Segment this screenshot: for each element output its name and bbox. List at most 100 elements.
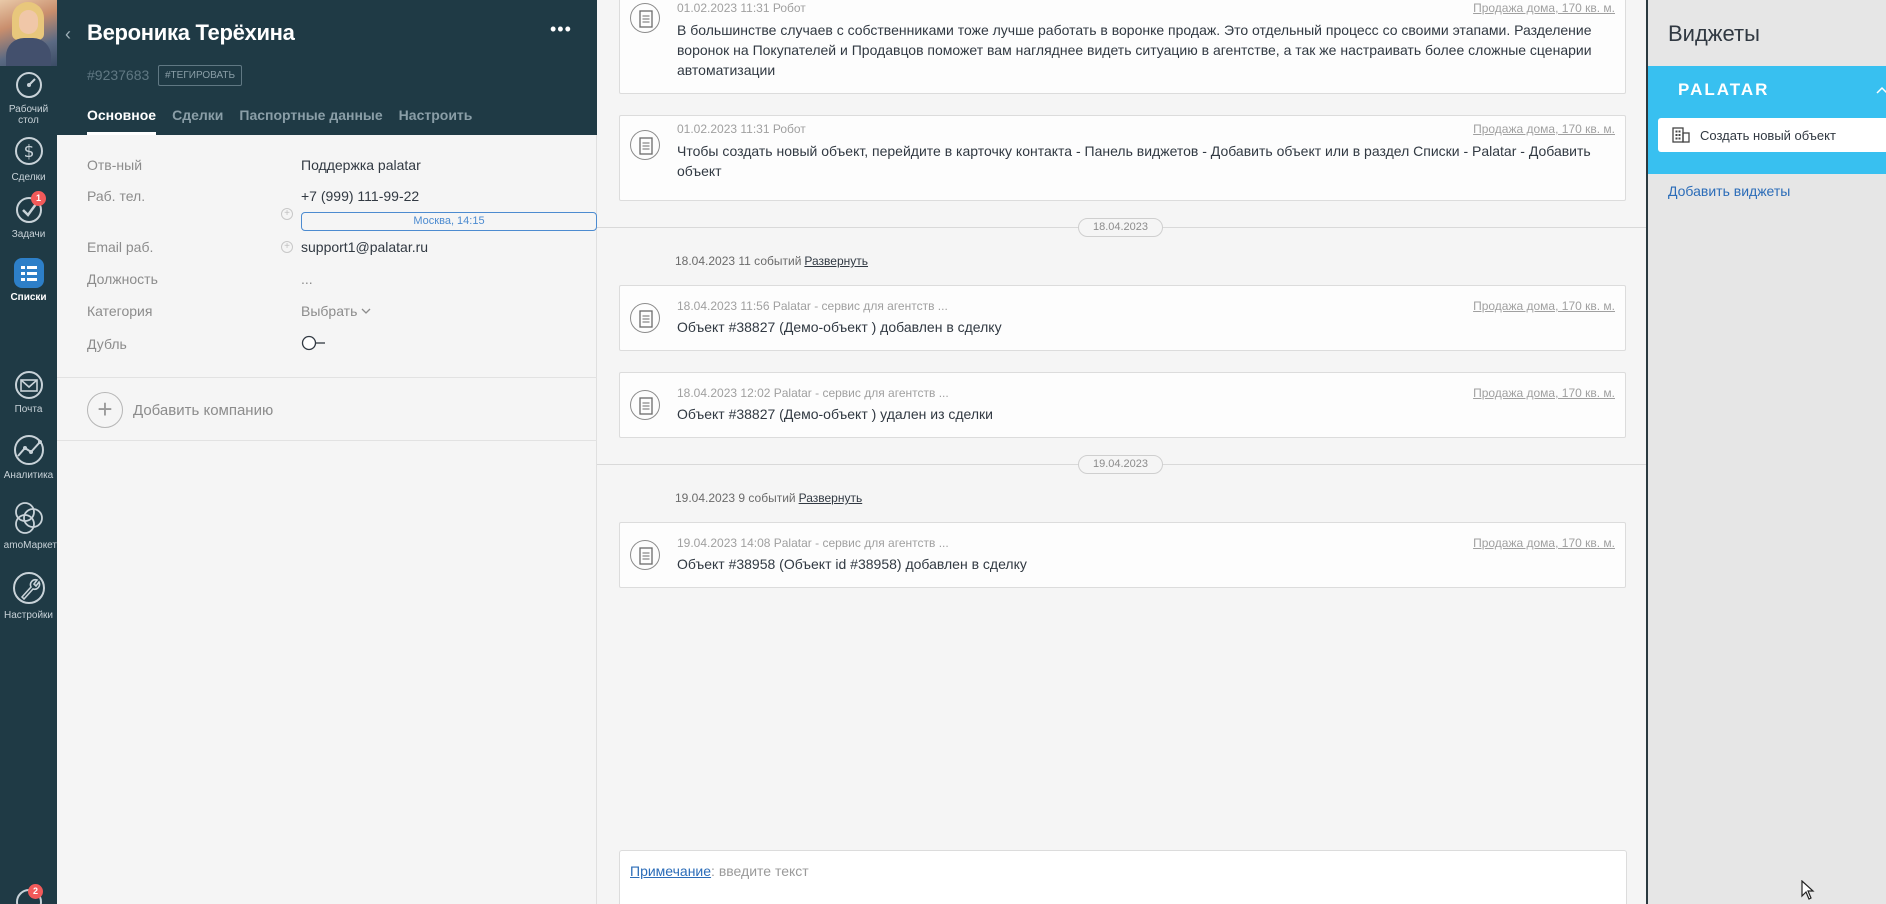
lists-icon [13,258,44,288]
tab-passport[interactable]: Паспортные данные [239,106,382,135]
dashboard-icon [15,72,42,98]
divider [57,377,597,378]
contact-name[interactable]: Вероника Терёхина [87,20,295,46]
events-summary: 19.04.2023 9 событий Развернуть [675,491,862,505]
nav-item-label: Настройки [3,610,54,621]
category-select[interactable]: Выбрать [301,303,371,319]
position-value[interactable]: ... [301,271,313,287]
activity-feed: 01.02.2023 11:31 Робот Продажа дома, 170… [597,0,1647,904]
email-value[interactable]: support1@palatar.ru [301,239,428,255]
note-icon [630,303,660,333]
avatar[interactable] [0,0,57,66]
nav-item-settings[interactable]: Настройки [0,570,57,621]
more-actions-icon[interactable]: ••• [550,20,574,42]
nav-item-label: amoМаркет [3,540,57,551]
svg-text:$: $ [23,142,34,162]
deal-link[interactable]: Продажа дома, 170 кв. м. [1473,1,1615,15]
responsible-value[interactable]: Поддержка palatar [301,157,421,173]
palatar-widget: PALATAR Создать новый объект [1648,66,1886,174]
note-type-selector[interactable]: Примечание [630,863,711,879]
date-separator-label: 18.04.2023 [1078,218,1163,237]
feed-note[interactable]: 18.04.2023 11:56 Palatar - сервис для аг… [619,285,1626,351]
expand-link[interactable]: Развернуть [799,491,863,505]
note-meta: 18.04.2023 11:56 Palatar - сервис для аг… [677,299,948,313]
add-company-button[interactable]: + Добавить компанию [87,392,273,428]
mouse-cursor-icon [1801,880,1815,900]
duplicate-label: Дубль [87,336,127,352]
chevron-up-icon[interactable] [1876,86,1886,94]
note-text: Объект #38958 (Объект id #38958) добавле… [677,556,1027,572]
nav-item-label: Задачи [11,229,46,240]
wrench-icon [12,572,45,604]
deal-link[interactable]: Продажа дома, 170 кв. м. [1473,386,1615,400]
nav-item-dashboard[interactable]: Рабочий стол [0,70,57,126]
analytics-icon [13,435,44,465]
chevron-down-icon [361,308,371,314]
back-arrow-icon[interactable]: ‹ [65,24,79,44]
feed-note[interactable]: 01.02.2023 11:31 Робот Продажа дома, 170… [619,0,1626,94]
tasks-badge: 1 [31,191,46,206]
responsible-label: Отв-ный [87,157,143,173]
feed-note[interactable]: 01.02.2023 11:31 Робот Продажа дома, 170… [619,115,1626,201]
note-icon [630,540,660,570]
dollar-icon: $ [14,137,43,165]
phone-value[interactable]: +7 (999) 111-99-22 [301,188,419,204]
deal-link[interactable]: Продажа дома, 170 кв. м. [1473,299,1615,313]
nav-item-analytics[interactable]: Аналитика [0,434,57,481]
expand-link[interactable]: Развернуть [804,254,868,268]
category-select-value: Выбрать [301,303,358,319]
nav-item-lists[interactable]: Списки [0,258,57,303]
note-icon [630,390,660,420]
duplicate-toggle[interactable] [301,335,327,351]
deal-link[interactable]: Продажа дома, 170 кв. м. [1473,536,1615,550]
category-label: Категория [87,303,153,319]
nav-item-label: Сделки [11,172,46,183]
widgets-title: Виджеты [1668,21,1760,46]
mail-icon [14,371,43,399]
composer-placeholder: : введите текст [711,863,809,879]
note-text: Объект #38827 (Демо-объект ) удален из с… [677,406,993,422]
app-root: Рабочий стол $ Сделки Задачи 1 Списки По… [0,0,1886,904]
nav-item-label: Рабочий стол [8,104,49,126]
tab-deals[interactable]: Сделки [172,106,223,135]
phone-label: Раб. тел. [87,188,146,204]
note-icon [630,3,660,33]
building-icon [1672,127,1690,143]
nav-item-label: Аналитика [3,470,54,481]
create-object-label: Создать новый объект [1700,127,1836,143]
card-header: ‹ Вероника Терёхина ••• #9237683 #ТЕГИРО… [57,0,597,135]
note-composer[interactable]: Примечание: введите текст [619,850,1627,904]
add-widgets-link[interactable]: Добавить виджеты [1668,183,1790,199]
deal-link[interactable]: Продажа дома, 170 кв. м. [1473,122,1615,136]
add-company-label: Добавить компанию [133,401,274,419]
note-text: Чтобы создать новый объект, перейдите в … [677,143,1591,179]
add-phone-icon[interactable]: + [281,208,293,220]
nav-item-tasks[interactable]: Задачи 1 [0,191,57,240]
date-separator: 19.04.2023 [597,454,1647,474]
create-object-button[interactable]: Создать новый объект [1658,118,1886,152]
tab-configure[interactable]: Настроить [399,106,473,135]
date-separator-label: 19.04.2023 [1078,455,1163,474]
tab-main[interactable]: Основное [87,106,157,135]
nav-item-deals[interactable]: $ Сделки [0,134,57,183]
nav-item-market[interactable]: amoМаркет [0,500,57,551]
nav-item-label: Списки [10,292,47,303]
market-icon [14,502,43,534]
note-meta: 01.02.2023 11:31 Робот [677,1,806,15]
events-summary-text: 19.04.2023 9 событий [675,491,796,505]
chat-badge: 2 [28,884,43,899]
note-text: В большинстве случаев с собственниками т… [677,22,1592,78]
widgets-panel: Виджеты PALATAR Создать новый объект Доб… [1646,0,1886,904]
nav-item-mail[interactable]: Почта [0,370,57,415]
main-nav: Рабочий стол $ Сделки Задачи 1 Списки По… [0,0,57,904]
phone-time-hint: Москва, 14:15 [301,212,597,231]
feed-note[interactable]: 18.04.2023 12:02 Palatar - сервис для аг… [619,372,1626,438]
palatar-logo: PALATAR [1678,80,1770,99]
note-text: Объект #38827 (Демо-объект ) добавлен в … [677,319,1002,335]
feed-note[interactable]: 19.04.2023 14:08 Palatar - сервис для аг… [619,522,1626,588]
add-email-icon[interactable]: + [281,241,293,253]
card-tabs: Основное Сделки Паспортные данные Настро… [87,106,488,135]
nav-item-chat[interactable]: 2 [0,884,57,904]
tag-button[interactable]: #ТЕГИРОВАТЬ [158,65,243,86]
contact-id: #9237683 [87,67,150,83]
